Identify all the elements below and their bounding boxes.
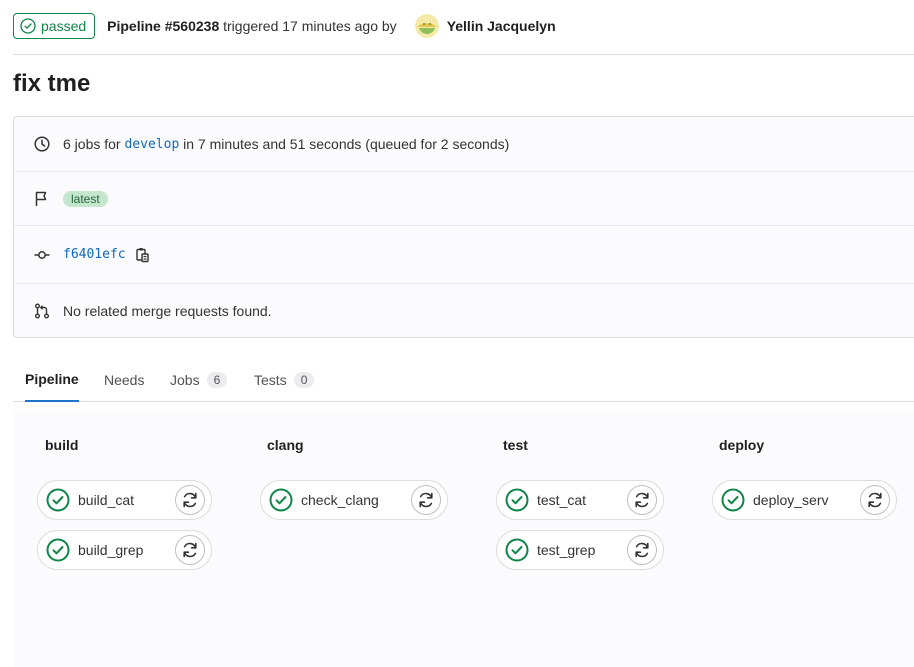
author-name[interactable]: Yellin Jacquelyn (447, 18, 556, 34)
avatar[interactable] (414, 14, 439, 38)
divider (13, 54, 914, 55)
check-circle-icon (721, 488, 745, 512)
retry-icon (632, 540, 652, 560)
clock-icon (34, 136, 50, 152)
retry-button[interactable] (627, 535, 657, 565)
retry-icon (180, 540, 200, 560)
retry-icon (632, 490, 652, 510)
job-name: build_cat (78, 492, 135, 508)
flag-icon (34, 191, 50, 207)
check-circle-icon (505, 488, 529, 512)
pipeline-tabs: Pipeline Needs Jobs 6 Tests 0 (13, 358, 914, 402)
job-test-cat[interactable]: test_cat (496, 480, 664, 520)
header-summary: Pipeline #560238 triggered 17 minutes ag… (107, 18, 397, 34)
retry-button[interactable] (627, 485, 657, 515)
tests-count-badge: 0 (293, 372, 315, 388)
tab-pipeline[interactable]: Pipeline (25, 358, 79, 402)
job-check-clang[interactable]: check_clang (260, 480, 448, 520)
jobs-count-text: 6 jobs for (63, 136, 121, 152)
check-circle-icon (46, 538, 70, 562)
job-name: check_clang (301, 492, 379, 508)
tab-pipeline-label: Pipeline (25, 371, 79, 387)
tab-needs[interactable]: Needs (104, 358, 144, 402)
branch-link[interactable]: develop (124, 137, 179, 152)
job-test-grep[interactable]: test_grep (496, 530, 664, 570)
duration-text: in 7 minutes and 51 seconds (queued for … (183, 136, 510, 152)
job-build-grep[interactable]: build_grep (37, 530, 212, 570)
badges-row: latest (14, 172, 914, 226)
stage-title-test: test (503, 437, 528, 453)
tab-tests[interactable]: Tests 0 (254, 358, 315, 402)
check-circle-icon (505, 538, 529, 562)
check-circle-icon (46, 488, 70, 512)
job-name: build_grep (78, 542, 144, 558)
merge-requests-row: No related merge requests found. (14, 284, 914, 338)
triggered-text: triggered 17 minutes ago by (223, 18, 397, 34)
tab-needs-label: Needs (104, 372, 145, 388)
retry-button[interactable] (411, 485, 441, 515)
page-title: fix tme (13, 70, 91, 97)
status-label: passed (41, 18, 87, 34)
commit-sha-link[interactable]: f6401efc (63, 247, 126, 262)
pipeline-graph: build build_cat build_grep clang check_c… (13, 412, 914, 667)
tab-tests-label: Tests (254, 372, 287, 388)
stage-title-clang: clang (267, 437, 304, 453)
latest-badge: latest (63, 190, 108, 207)
retry-icon (180, 490, 200, 510)
tab-jobs[interactable]: Jobs 6 (170, 358, 228, 402)
jobs-count-badge: 6 (206, 372, 228, 388)
check-circle-icon (20, 18, 36, 34)
pipeline-id: Pipeline #560238 (107, 18, 220, 34)
retry-button[interactable] (860, 485, 890, 515)
retry-button[interactable] (175, 535, 205, 565)
job-name: test_cat (537, 492, 587, 508)
pipeline-info-card: 6 jobs for develop in 7 minutes and 51 s… (13, 116, 914, 338)
check-circle-icon (269, 488, 293, 512)
job-deploy-serv[interactable]: deploy_serv (712, 480, 897, 520)
job-build-cat[interactable]: build_cat (37, 480, 212, 520)
merge-requests-text: No related merge requests found. (63, 303, 272, 319)
stage-title-deploy: deploy (719, 437, 765, 453)
commit-row: f6401efc (14, 226, 914, 284)
retry-icon (416, 490, 436, 510)
job-name: deploy_serv (753, 492, 829, 508)
commit-icon (34, 247, 50, 263)
copy-to-clipboard-icon[interactable] (134, 247, 150, 263)
retry-button[interactable] (175, 485, 205, 515)
tab-jobs-label: Jobs (170, 372, 200, 388)
pipeline-header: passed Pipeline #560238 triggered 17 min… (13, 13, 556, 39)
stage-title-build: build (45, 437, 79, 453)
status-badge[interactable]: passed (13, 13, 96, 39)
merge-request-icon (34, 303, 50, 319)
jobs-info-row: 6 jobs for develop in 7 minutes and 51 s… (14, 117, 914, 172)
retry-icon (865, 490, 885, 510)
job-name: test_grep (537, 542, 596, 558)
